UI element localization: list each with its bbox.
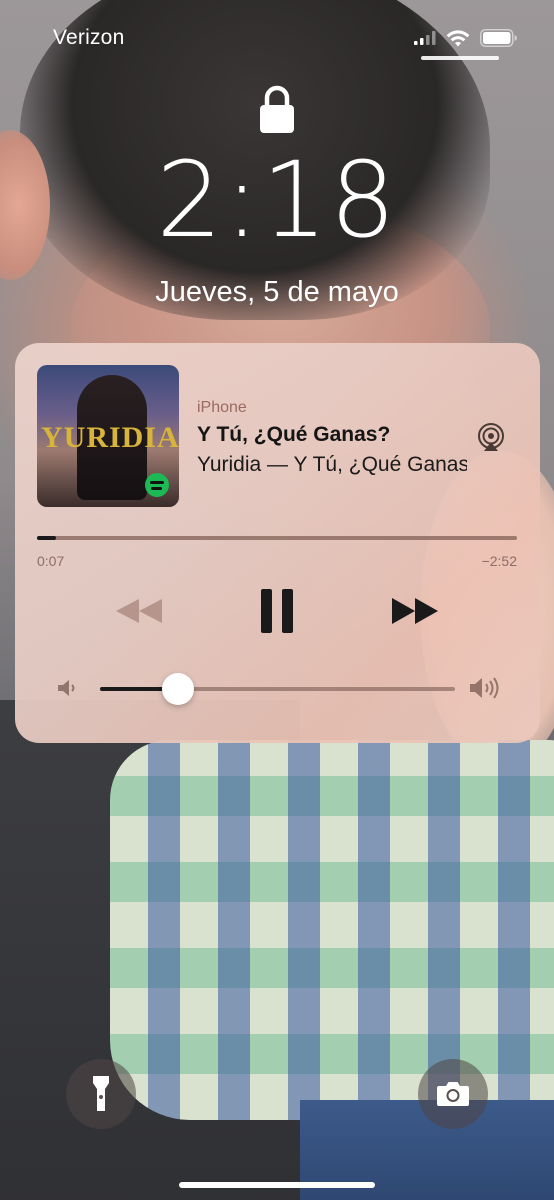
status-bar: Verizon <box>0 0 554 70</box>
airplay-icon[interactable] <box>476 422 506 452</box>
pause-icon <box>261 589 293 633</box>
carrier-name: Verizon <box>53 26 125 49</box>
speaker-high-icon <box>470 677 499 699</box>
playback-progress <box>37 536 57 540</box>
volume-control <box>15 668 540 708</box>
fast-forward-button[interactable] <box>389 586 441 636</box>
camera-icon <box>437 1082 469 1106</box>
song-title: Y Tú, ¿Qué Ganas? <box>197 423 391 446</box>
time-elapsed: 0:07 <box>37 553 65 569</box>
now-playing-widget[interactable]: YURIDIA iPhone Y Tú, ¿Qué Ganas? Yuridia… <box>15 343 540 743</box>
battery-icon <box>480 29 517 47</box>
rewind-button[interactable] <box>113 586 165 636</box>
volume-slider[interactable] <box>100 673 455 705</box>
time-remaining: −2:52 <box>481 553 517 569</box>
playback-controls <box>15 586 540 636</box>
home-indicator[interactable] <box>179 1182 375 1188</box>
camera-button[interactable] <box>418 1059 488 1129</box>
cellular-signal-icon <box>414 31 436 45</box>
pause-button[interactable] <box>259 586 297 636</box>
speaker-low-icon <box>58 680 75 696</box>
flashlight-icon <box>93 1076 109 1111</box>
status-icons <box>414 27 518 49</box>
playback-source: iPhone <box>197 399 247 416</box>
lock-screen-time: 2:18 <box>156 139 398 261</box>
flashlight-button[interactable] <box>66 1059 136 1129</box>
album-art[interactable]: YURIDIA <box>37 365 179 507</box>
rewind-icon <box>116 599 162 623</box>
song-artist-album: Yuridia — Y Tú, ¿Qué Ganas? <box>197 453 467 476</box>
lock-screen-date: Jueves, 5 de mayo <box>155 276 399 308</box>
fast-forward-icon <box>392 598 438 624</box>
status-bar-indicator <box>421 56 499 60</box>
lock-icon <box>260 85 294 133</box>
wifi-icon <box>446 30 470 47</box>
playback-scrubber[interactable] <box>37 536 517 540</box>
album-art-text: YURIDIA <box>41 421 179 454</box>
volume-thumb[interactable] <box>162 673 195 705</box>
spotify-icon <box>145 473 169 497</box>
